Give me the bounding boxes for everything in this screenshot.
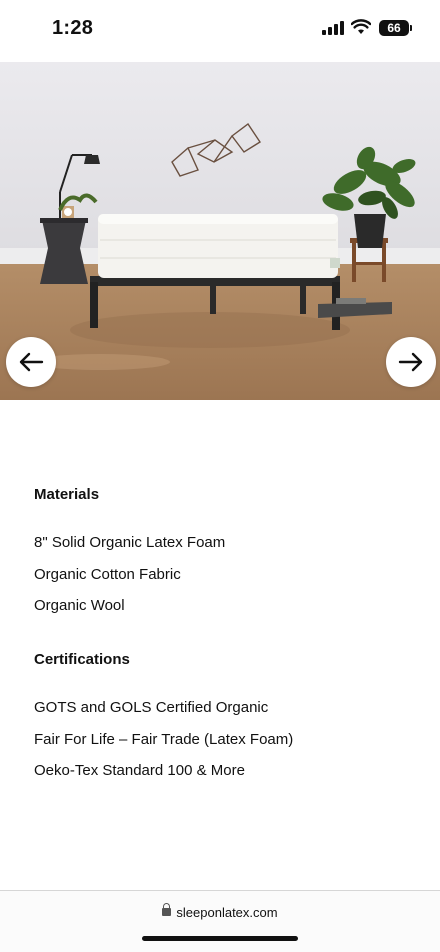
home-indicator[interactable]: [142, 936, 298, 941]
product-image: [0, 62, 440, 400]
previous-image-button[interactable]: [6, 337, 56, 387]
lock-icon: [162, 903, 172, 918]
browser-address-bar[interactable]: sleeponlatex.com: [0, 890, 440, 952]
status-time: 1:28: [52, 17, 94, 39]
next-image-button[interactable]: [386, 337, 436, 387]
product-image-carousel[interactable]: [0, 62, 440, 400]
certifications-item: GOTS and GOLS Certified Organic: [34, 699, 269, 716]
battery-icon: 66: [379, 20, 409, 36]
wifi-icon: [351, 19, 371, 34]
certifications-item: Fair For Life – Fair Trade (Latex Foam): [34, 731, 294, 748]
cellular-signal-icon: [322, 21, 344, 35]
materials-heading: Materials: [34, 486, 100, 503]
battery-nub: [410, 25, 412, 31]
status-bar: 1:28 66: [0, 0, 440, 58]
certifications-item: Oeko-Tex Standard 100 & More: [34, 762, 245, 779]
url-text: sleeponlatex.com: [176, 905, 278, 920]
materials-item: Organic Wool: [34, 597, 125, 614]
url-display[interactable]: sleeponlatex.com: [0, 903, 440, 920]
materials-item: 8" Solid Organic Latex Foam: [34, 534, 226, 551]
certifications-heading: Certifications: [34, 651, 130, 668]
arrow-left-icon: [19, 352, 44, 372]
arrow-right-icon: [398, 352, 423, 372]
materials-item: Organic Cotton Fabric: [34, 566, 181, 583]
